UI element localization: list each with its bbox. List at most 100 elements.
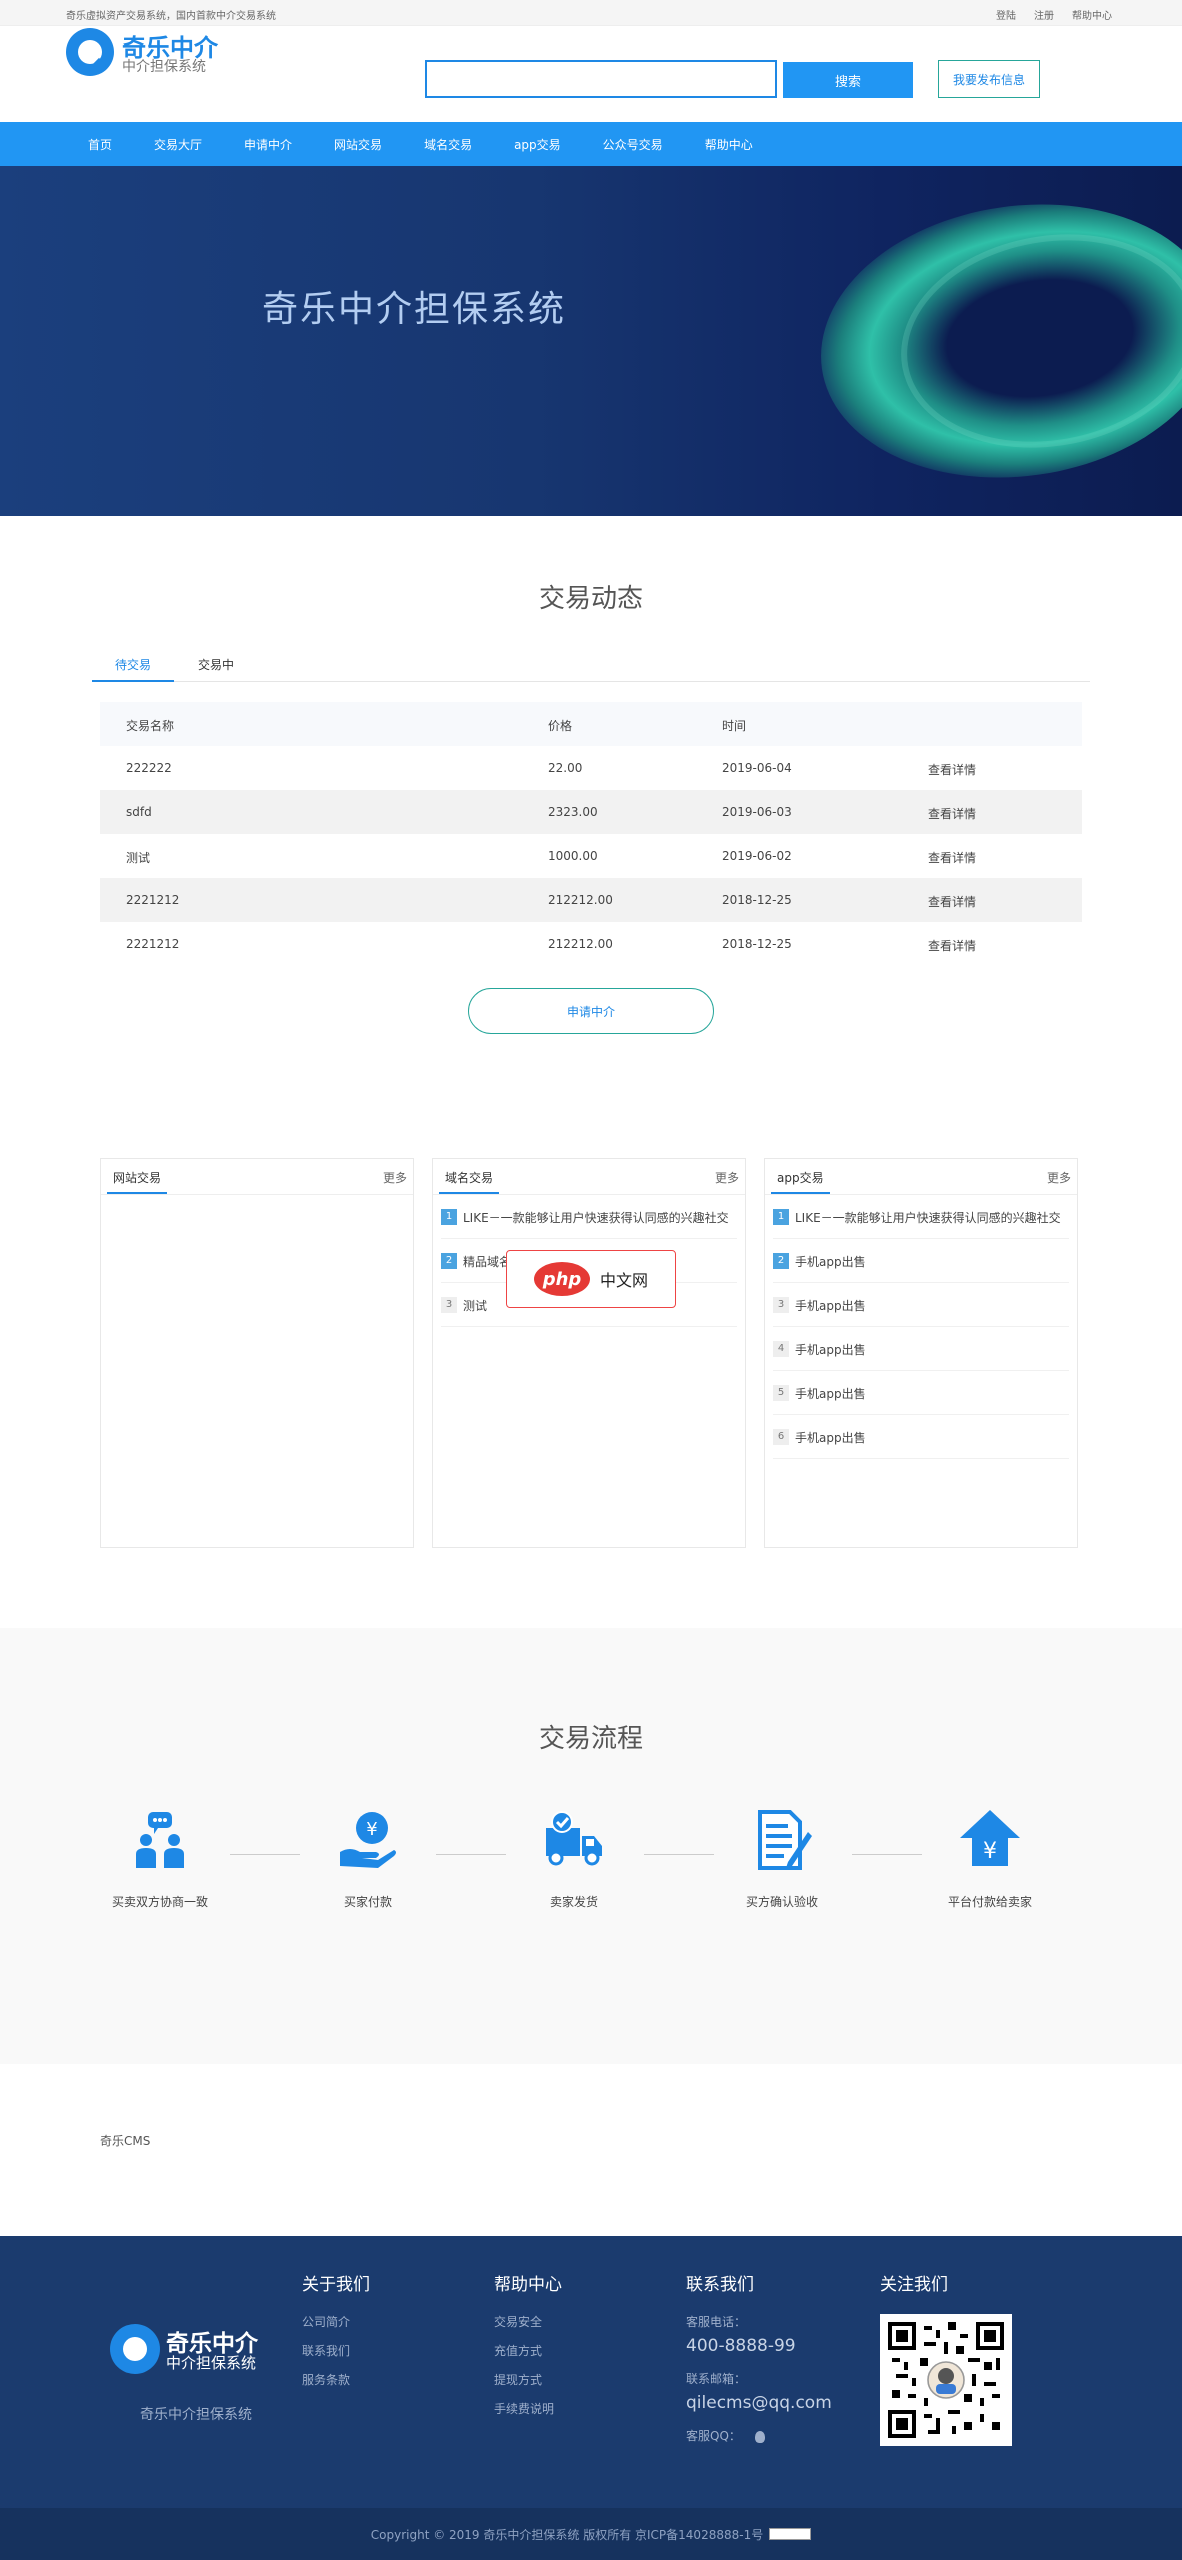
trade-section-title: 交易动态 xyxy=(538,584,643,614)
php-logo: php xyxy=(533,1262,590,1296)
row-time: 2018-12-25 xyxy=(722,937,792,951)
table-row: sdfd 2323.00 2019-06-03 查看详情 xyxy=(100,790,1082,834)
row-time: 2018-12-25 xyxy=(722,893,792,907)
footer-slogan: 奇乐中介担保系统 xyxy=(140,2407,252,2423)
search-button[interactable]: 搜索 xyxy=(783,62,913,98)
svg-text:¥: ¥ xyxy=(983,1839,997,1864)
login-link[interactable]: 登陆 xyxy=(996,7,1016,22)
table-row: 测试 1000.00 2019-06-02 查看详情 xyxy=(100,834,1082,878)
publish-button[interactable]: 我要发布信息 xyxy=(938,60,1040,98)
copyright-bar: Copyright © 2019 奇乐中介担保系统 版权所有 京ICP备1402… xyxy=(0,2508,1182,2560)
row-name: sdfd xyxy=(126,805,152,819)
row-time: 2019-06-03 xyxy=(722,805,792,819)
list-item[interactable]: 3 手机app出售 xyxy=(773,1283,1069,1327)
row-detail-link[interactable]: 查看详情 xyxy=(928,761,976,778)
footer-contact: 联系我们 客服电话： 400-8888-99 联系邮箱： qilecms@qq.… xyxy=(686,2270,832,2456)
row-detail-link[interactable]: 查看详情 xyxy=(928,805,976,822)
nav-item-official[interactable]: 公众号交易 xyxy=(603,136,663,153)
register-link[interactable]: 注册 xyxy=(1034,7,1054,22)
row-price: 212212.00 xyxy=(548,893,613,907)
footer-link[interactable]: 交易安全 xyxy=(494,2313,562,2330)
list-item[interactable]: 2 手机app出售 xyxy=(773,1239,1069,1283)
nav-item-apply[interactable]: 申请中介 xyxy=(244,136,292,153)
footer-link[interactable]: 充值方式 xyxy=(494,2342,562,2359)
flow-step-label: 买方确认验收 xyxy=(745,1895,818,1909)
more-link[interactable]: 更多 xyxy=(1047,1169,1071,1186)
footer-about-title: 关于我们 xyxy=(302,2275,370,2295)
row-detail-link[interactable]: 查看详情 xyxy=(928,849,976,866)
delivery-truck-icon xyxy=(546,1811,602,1866)
icp-badge-icon xyxy=(769,2528,812,2540)
handshake-users-icon xyxy=(136,1812,184,1868)
svg-text:¥: ¥ xyxy=(366,1819,377,1840)
nav-item-help[interactable]: 帮助中心 xyxy=(705,136,753,153)
panel-title: 域名交易 xyxy=(439,1169,500,1194)
header-time: 时间 xyxy=(722,719,747,733)
table-row: 2221212 212212.00 2018-12-25 查看详情 xyxy=(100,922,1082,966)
flow-separator xyxy=(852,1854,922,1855)
footer-logo: 奇乐中介 中介担保系统 xyxy=(110,2320,300,2380)
footer-link[interactable]: 提现方式 xyxy=(494,2371,562,2388)
footer-link[interactable]: 联系我们 xyxy=(302,2342,370,2359)
list-item[interactable]: 1 LIKE－一款能够让用户快速获得认同感的兴趣社交 xyxy=(441,1195,737,1239)
nav-item-app[interactable]: app交易 xyxy=(514,136,561,153)
nav-item-website[interactable]: 网站交易 xyxy=(334,136,382,153)
wechat-qr-code xyxy=(880,2314,1012,2446)
row-detail-link[interactable]: 查看详情 xyxy=(928,893,976,910)
list-item[interactable]: 5 手机app出售 xyxy=(773,1371,1069,1415)
row-price: 1000.00 xyxy=(548,849,598,863)
nav-item-hall[interactable]: 交易大厅 xyxy=(154,136,202,153)
footer-logo-sub: 中介担保系统 xyxy=(166,2354,257,2372)
row-name: 测试 xyxy=(126,851,151,865)
footer-link[interactable]: 公司简介 xyxy=(302,2313,370,2330)
list-item[interactable]: 1 LIKE－一款能够让用户快速获得认同感的兴趣社交 xyxy=(773,1195,1069,1239)
flow-section-title: 交易流程 xyxy=(538,1724,643,1754)
table-row: 2221212 212212.00 2018-12-25 查看详情 xyxy=(100,878,1082,922)
qq-row: 客服QQ： xyxy=(686,2427,832,2444)
more-link[interactable]: 更多 xyxy=(383,1169,407,1186)
row-time: 2019-06-04 xyxy=(722,761,792,775)
banner-title: 奇乐中介担保系统 xyxy=(262,289,567,330)
footer-link[interactable]: 服务条款 xyxy=(302,2371,370,2388)
friend-link[interactable]: 奇乐CMS xyxy=(100,2132,150,2149)
row-detail-link[interactable]: 查看详情 xyxy=(928,937,976,954)
list-item[interactable]: 6 手机app出售 xyxy=(773,1415,1069,1459)
footer-follow-title: 关注我们 xyxy=(880,2275,948,2295)
search-input[interactable] xyxy=(425,60,777,98)
row-name: 2221212 xyxy=(126,937,180,951)
flow-separator xyxy=(644,1854,714,1855)
qq-penguin-icon[interactable] xyxy=(754,2430,765,2443)
top-bar: 奇乐虚拟资产交易系统，国内首款中介交易系统 登陆 注册 帮助中心 xyxy=(0,0,1182,26)
help-link[interactable]: 帮助中心 xyxy=(1072,7,1112,22)
php-badge-text: 中文网 xyxy=(599,1271,648,1290)
flow-step-label: 平台付款给卖家 xyxy=(947,1895,1032,1909)
panel-website-trade: 网站交易 更多 xyxy=(100,1158,414,1548)
site-logo[interactable]: 奇乐中介 中介担保系统 xyxy=(66,24,246,80)
nav-item-domain[interactable]: 域名交易 xyxy=(424,136,472,153)
row-price: 212212.00 xyxy=(548,937,613,951)
nav-item-home[interactable]: 首页 xyxy=(88,136,112,153)
trade-tabs: 待交易 交易中 xyxy=(92,648,1090,682)
yen-payment-icon: ¥ xyxy=(340,1812,396,1868)
main-nav: 首页 交易大厅 申请中介 网站交易 域名交易 app交易 公众号交易 帮助中心 xyxy=(0,122,1182,166)
apply-agent-button[interactable]: 申请中介 xyxy=(468,988,714,1034)
copyright-text: Copyright © 2019 奇乐中介担保系统 版权所有 京ICP备1402… xyxy=(370,2527,764,2542)
qr-pattern xyxy=(888,2322,1004,2438)
flow-separator xyxy=(436,1854,506,1855)
top-links: 登陆 注册 帮助中心 xyxy=(996,7,1112,22)
more-link[interactable]: 更多 xyxy=(715,1169,739,1186)
footer-follow: 关注我们 xyxy=(880,2270,948,2313)
list-item[interactable]: 4 手机app出售 xyxy=(773,1327,1069,1371)
footer-logo-q-icon xyxy=(110,2324,160,2374)
panel-domain-trade: 域名交易 更多 1 LIKE－一款能够让用户快速获得认同感的兴趣社交 2 精品域名 3… xyxy=(432,1158,746,1548)
qq-label: 客服QQ： xyxy=(686,2429,741,2443)
top-slogan: 奇乐虚拟资产交易系统，国内首款中介交易系统 xyxy=(66,11,276,22)
flow-step-confirm: 买方确认验收 xyxy=(712,1808,852,1910)
tab-pending[interactable]: 待交易 xyxy=(92,656,174,682)
email-address[interactable]: qilecms@qq.com xyxy=(686,2393,832,2413)
hero-banner[interactable]: 奇乐中介担保系统 xyxy=(0,166,1182,516)
footer-link[interactable]: 手续费说明 xyxy=(494,2400,562,2417)
tab-trading[interactable]: 交易中 xyxy=(198,656,234,673)
flow-step-release: ¥ 平台付款给卖家 xyxy=(920,1808,1060,1910)
panel-title: app交易 xyxy=(771,1169,830,1194)
